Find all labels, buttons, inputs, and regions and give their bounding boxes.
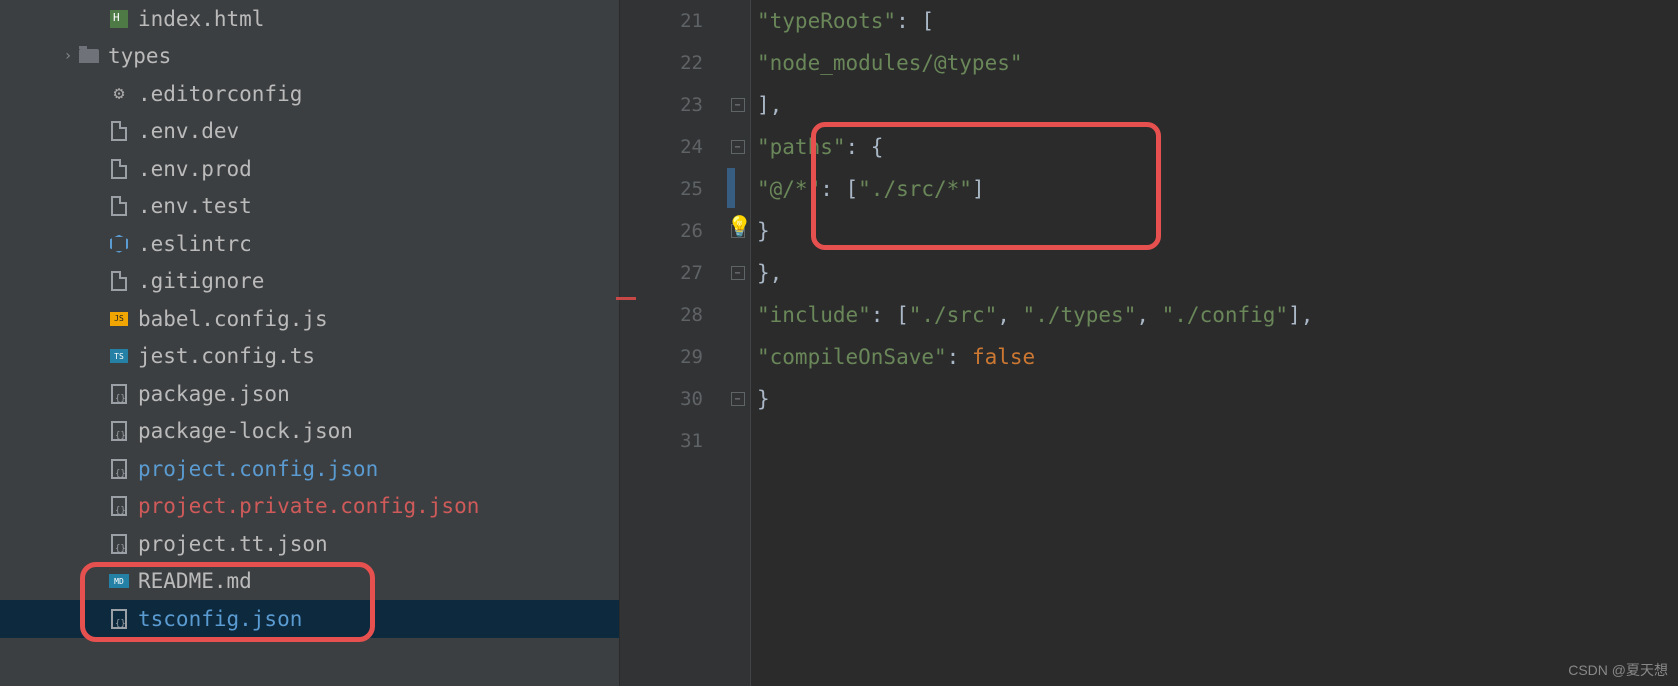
code-line[interactable]: "compileOnSave": false	[751, 336, 1678, 378]
code-line[interactable]: }	[751, 210, 1678, 252]
folder-icon	[76, 45, 102, 67]
js-icon: JS	[106, 308, 132, 330]
file-tree-item-label: jest.config.ts	[138, 344, 315, 368]
file-tree-item-label: babel.config.js	[138, 307, 328, 331]
gutter-line-number[interactable]: 26	[620, 210, 703, 252]
file-tree-item-label: index.html	[138, 7, 264, 31]
gutter-line-number[interactable]: 25	[620, 168, 703, 210]
file-tree-item[interactable]: project.config.json	[0, 450, 619, 488]
file-icon	[106, 270, 132, 292]
file-icon	[106, 158, 132, 180]
json-icon	[106, 458, 132, 480]
fold-column[interactable]: − − − − −	[725, 0, 751, 686]
file-tree-item-label: .env.dev	[138, 119, 239, 143]
file-tree-item[interactable]: package-lock.json	[0, 413, 619, 451]
file-tree-item[interactable]: .gitignore	[0, 263, 619, 301]
gutter-line-number[interactable]: 31	[620, 420, 703, 462]
html-icon	[106, 8, 132, 30]
file-tree-item[interactable]: tsconfig.json	[0, 600, 619, 638]
file-tree-item-label: README.md	[138, 569, 252, 593]
chevron-icon[interactable]: ›	[60, 48, 76, 64]
file-tree-item[interactable]: .eslintrc	[0, 225, 619, 263]
file-tree-item-label: project.config.json	[138, 457, 378, 481]
file-tree-item[interactable]: .env.test	[0, 188, 619, 226]
line-gutter: 2122232425262728293031	[620, 0, 725, 686]
file-tree-item[interactable]: project.private.config.json	[0, 488, 619, 526]
code-line[interactable]	[751, 420, 1678, 462]
code-line[interactable]: ],	[751, 84, 1678, 126]
file-icon	[106, 120, 132, 142]
code-line[interactable]: "node_modules/@types"	[751, 42, 1678, 84]
file-tree-item[interactable]: .env.dev	[0, 113, 619, 151]
file-tree-sidebar[interactable]: index.html › types ⚙ .editorconfig .env.dev .e…	[0, 0, 620, 686]
file-icon	[106, 195, 132, 217]
json-icon	[106, 420, 132, 442]
json-icon	[106, 495, 132, 517]
json-icon	[106, 608, 132, 630]
file-tree-item-label: .eslintrc	[138, 232, 252, 256]
watermark: CSDN @夏天想	[1568, 660, 1668, 680]
file-tree-item-label: tsconfig.json	[138, 607, 302, 631]
file-tree-item[interactable]: .env.prod	[0, 150, 619, 188]
gutter-line-number[interactable]: 22	[620, 42, 703, 84]
modified-line-marker	[727, 168, 735, 208]
file-tree-item[interactable]: project.tt.json	[0, 525, 619, 563]
code-line[interactable]: },	[751, 252, 1678, 294]
file-tree-item-label: package.json	[138, 382, 290, 406]
file-tree-item-label: types	[108, 44, 171, 68]
editor-pane: 2122232425262728293031 − − − − − 💡 "type…	[620, 0, 1678, 686]
file-tree-item[interactable]: MD README.md	[0, 563, 619, 601]
file-tree-item-label: project.private.config.json	[138, 494, 479, 518]
json-icon	[106, 383, 132, 405]
lightbulb-icon[interactable]: 💡	[727, 214, 747, 234]
file-tree-item[interactable]: › types	[0, 38, 619, 76]
error-margin-marker	[616, 297, 636, 300]
fold-marker-icon[interactable]: −	[731, 98, 745, 112]
file-tree-item-label: .env.test	[138, 194, 252, 218]
gutter-line-number[interactable]: 23	[620, 84, 703, 126]
hex-icon	[106, 233, 132, 255]
file-tree-item[interactable]: ⚙ .editorconfig	[0, 75, 619, 113]
fold-marker-icon[interactable]: −	[731, 392, 745, 406]
file-tree-item-label: .gitignore	[138, 269, 264, 293]
file-tree-item-label: package-lock.json	[138, 419, 353, 443]
code-area[interactable]: 💡 "typeRoots": [ "node_modules/@types" ]…	[751, 0, 1678, 686]
code-line[interactable]: "@/*": ["./src/*"]	[751, 168, 1678, 210]
fold-marker-icon[interactable]: −	[731, 266, 745, 280]
file-tree-item[interactable]: TS jest.config.ts	[0, 338, 619, 376]
code-line[interactable]: "typeRoots": [	[751, 0, 1678, 42]
gutter-line-number[interactable]: 28	[620, 294, 703, 336]
file-tree-item-label: .env.prod	[138, 157, 252, 181]
gutter-line-number[interactable]: 27	[620, 252, 703, 294]
fold-marker-icon[interactable]: −	[731, 140, 745, 154]
json-icon	[106, 533, 132, 555]
file-tree-item[interactable]: JS babel.config.js	[0, 300, 619, 338]
code-line[interactable]: "paths": {	[751, 126, 1678, 168]
file-tree-item-label: project.tt.json	[138, 532, 328, 556]
file-tree-item-label: .editorconfig	[138, 82, 302, 106]
code-line[interactable]: "include": ["./src", "./types", "./confi…	[751, 294, 1678, 336]
gutter-line-number[interactable]: 30	[620, 378, 703, 420]
ts-icon: TS	[106, 345, 132, 367]
file-tree-item[interactable]: package.json	[0, 375, 619, 413]
gear-icon: ⚙	[106, 83, 132, 105]
md-icon: MD	[106, 570, 132, 592]
gutter-line-number[interactable]: 24	[620, 126, 703, 168]
gutter-line-number[interactable]: 29	[620, 336, 703, 378]
gutter-line-number[interactable]: 21	[620, 0, 703, 42]
code-line[interactable]: }	[751, 378, 1678, 420]
file-tree-item[interactable]: index.html	[0, 0, 619, 38]
